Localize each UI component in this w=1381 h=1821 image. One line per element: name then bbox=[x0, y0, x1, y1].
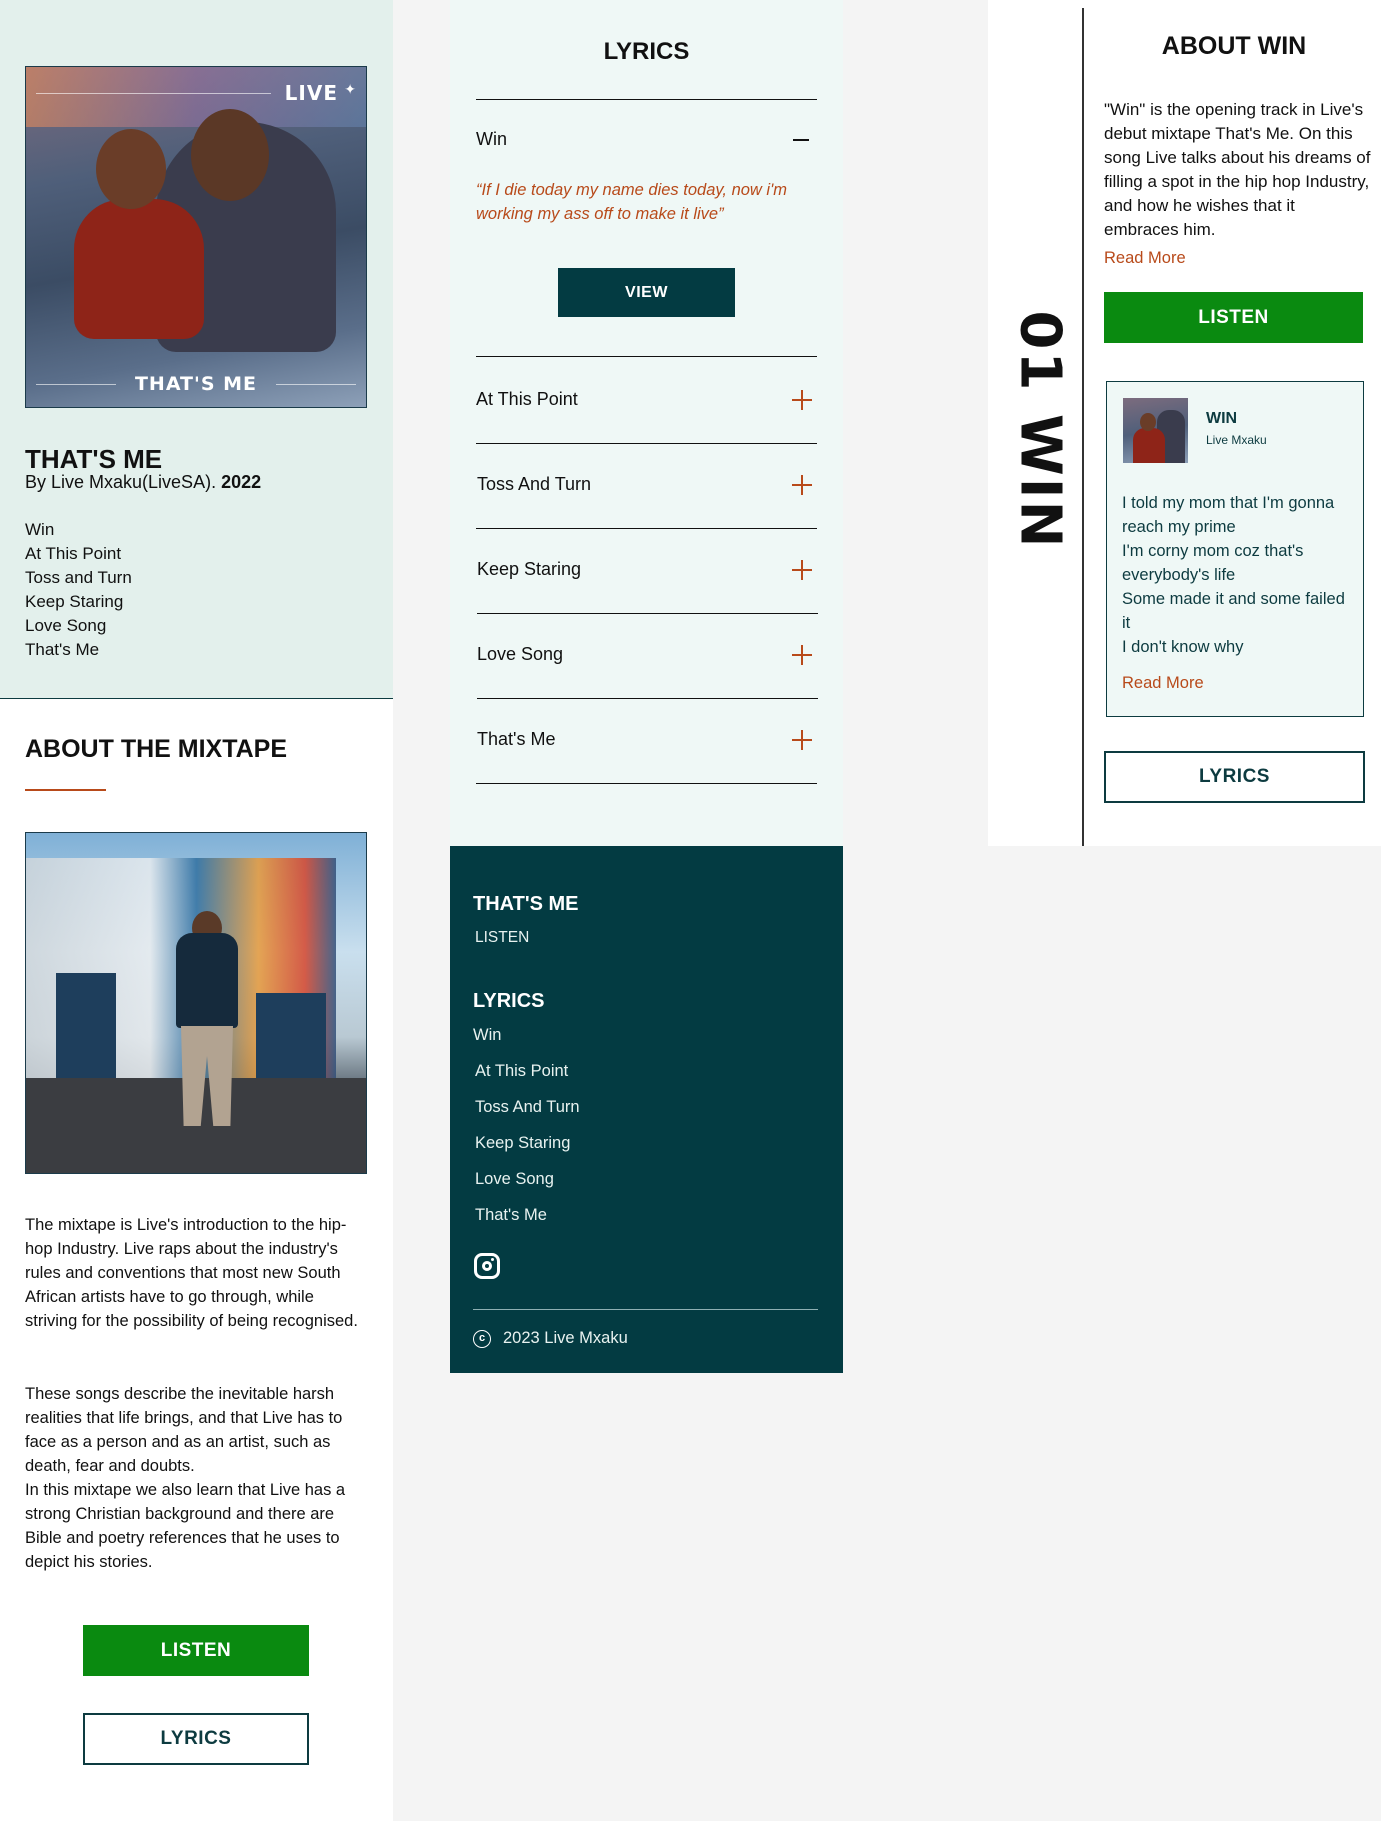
view-button[interactable]: VIEW bbox=[558, 268, 735, 317]
plus-icon[interactable] bbox=[792, 645, 812, 665]
plus-icon[interactable] bbox=[792, 560, 812, 580]
plus-icon[interactable] bbox=[792, 475, 812, 495]
footer-link[interactable]: That's Me bbox=[475, 1206, 547, 1225]
cover-child-head bbox=[96, 129, 166, 209]
read-more-link[interactable]: Read More bbox=[1104, 246, 1374, 270]
about-win-paragraph: "Win" is the opening track in Live's deb… bbox=[1104, 100, 1371, 239]
accent-divider bbox=[25, 789, 106, 791]
vertical-song-label: 01 WIN bbox=[1000, 300, 1080, 560]
cover-child-figure bbox=[74, 199, 204, 339]
cover-rule bbox=[36, 93, 271, 94]
cover-adult-head bbox=[191, 109, 269, 201]
lyrics-button[interactable]: LYRICS bbox=[83, 1713, 309, 1765]
lyric-line: Some made it and some failed it bbox=[1122, 590, 1345, 632]
track-list: Win At This Point Toss and Turn Keep Sta… bbox=[25, 518, 132, 662]
track-item[interactable]: Toss and Turn bbox=[25, 566, 132, 590]
card-artist: Live Mxaku bbox=[1206, 433, 1267, 447]
album-artist: By Live Mxaku(LiveSA). bbox=[25, 472, 217, 492]
footer-divider bbox=[473, 1309, 818, 1310]
lyrics-button[interactable]: LYRICS bbox=[1104, 751, 1365, 803]
accordion-title-win[interactable]: Win bbox=[476, 129, 507, 150]
artist-photo bbox=[25, 832, 367, 1174]
vertical-song-label-text: 01 WIN bbox=[1007, 310, 1073, 550]
instagram-icon[interactable] bbox=[474, 1253, 500, 1279]
photo-person-body bbox=[176, 933, 238, 1028]
footer-link[interactable]: LISTEN bbox=[475, 929, 529, 947]
mixtape-heading: ABOUT THE MIXTAPE bbox=[25, 735, 288, 763]
track-item[interactable]: Win bbox=[25, 518, 132, 542]
accordion-item[interactable]: Love Song bbox=[477, 644, 563, 665]
album-byline: By Live Mxaku(LiveSA). 2022 bbox=[25, 472, 261, 493]
thumb-child bbox=[1133, 428, 1165, 463]
accordion-item[interactable]: Keep Staring bbox=[477, 559, 581, 580]
cover-title: THAT'S ME bbox=[134, 373, 258, 395]
accordion-divider bbox=[476, 443, 817, 444]
photo-window bbox=[56, 973, 116, 1083]
sparkle-icon: ✦ bbox=[344, 81, 356, 97]
mixtape-paragraph: These songs describe the inevitable hars… bbox=[25, 1385, 343, 1475]
accordion-divider bbox=[477, 613, 818, 614]
thumb-child-head bbox=[1140, 413, 1156, 431]
album-title: THAT'S ME bbox=[25, 444, 163, 474]
track-item[interactable]: Keep Staring bbox=[25, 590, 132, 614]
card-lyrics: I told my mom that I'm gonna reach my pr… bbox=[1122, 491, 1347, 695]
album-cover: LIVE ✦ THAT'S ME bbox=[25, 66, 367, 408]
lyric-line: I'm corny mom coz that's everybody's lif… bbox=[1122, 542, 1304, 584]
footer-link[interactable]: Toss And Turn bbox=[475, 1098, 580, 1117]
accordion-divider bbox=[477, 698, 818, 699]
footer-link[interactable]: At This Point bbox=[475, 1062, 568, 1081]
vertical-divider bbox=[1082, 8, 1084, 846]
lyrics-panel bbox=[450, 0, 843, 846]
accordion-item[interactable]: Toss And Turn bbox=[477, 474, 591, 495]
mixtape-paragraph: The mixtape is Live's introduction to th… bbox=[25, 1216, 358, 1330]
copyright-text: 2023 Live Mxaku bbox=[503, 1329, 628, 1347]
listen-button[interactable]: LISTEN bbox=[1104, 292, 1363, 343]
card-thumbnail bbox=[1123, 398, 1188, 463]
copyright-icon: c bbox=[473, 1330, 491, 1348]
footer-heading: LYRICS bbox=[473, 990, 545, 1012]
track-item[interactable]: Love Song bbox=[25, 614, 132, 638]
about-win-heading: ABOUT WIN bbox=[1161, 32, 1307, 60]
footer-link[interactable]: Love Song bbox=[475, 1170, 554, 1189]
accordion-item[interactable]: That's Me bbox=[477, 729, 555, 750]
footer-heading: THAT'S ME bbox=[473, 893, 579, 915]
minus-icon[interactable] bbox=[793, 139, 809, 141]
footer-link[interactable]: Win bbox=[473, 1026, 501, 1045]
lyric-quote: “If I die today my name dies today, now … bbox=[476, 181, 787, 223]
lyric-line: I told my mom that I'm gonna reach my pr… bbox=[1122, 494, 1335, 536]
plus-icon[interactable] bbox=[792, 390, 812, 410]
cover-logo: LIVE bbox=[284, 81, 338, 105]
card-song-title: WIN bbox=[1206, 410, 1238, 427]
track-item[interactable]: That's Me bbox=[25, 638, 132, 662]
footer-link[interactable]: Keep Staring bbox=[475, 1134, 570, 1153]
accordion-item[interactable]: At This Point bbox=[476, 389, 578, 410]
mixtape-paragraph: In this mixtape we also learn that Live … bbox=[25, 1481, 346, 1571]
album-year: 2022 bbox=[221, 472, 262, 492]
accordion-divider bbox=[476, 356, 817, 357]
accordion-divider bbox=[476, 528, 817, 529]
accordion-divider bbox=[476, 99, 817, 100]
about-win-text: "Win" is the opening track in Live's deb… bbox=[1104, 98, 1374, 270]
listen-button[interactable]: LISTEN bbox=[83, 1625, 309, 1676]
track-item[interactable]: At This Point bbox=[25, 542, 132, 566]
card-read-more-link[interactable]: Read More bbox=[1122, 671, 1347, 695]
lyric-line: I don't know why bbox=[1122, 638, 1244, 656]
plus-icon[interactable] bbox=[792, 730, 812, 750]
lyrics-heading: LYRICS bbox=[603, 38, 690, 65]
accordion-divider bbox=[476, 783, 817, 784]
